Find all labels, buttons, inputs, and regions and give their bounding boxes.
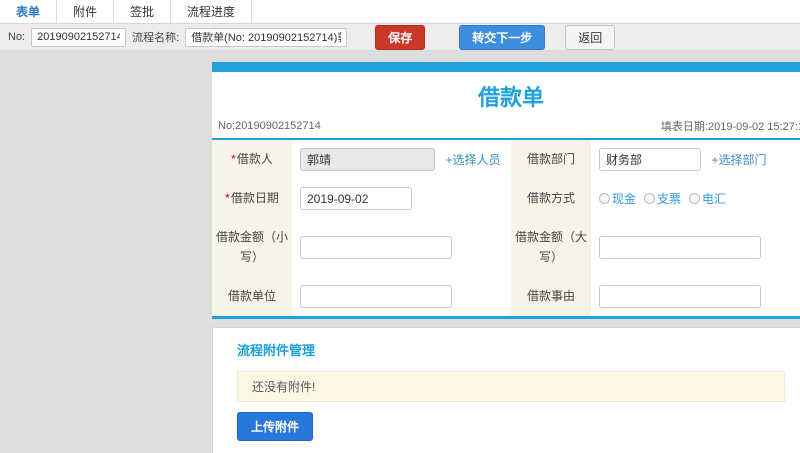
save-button[interactable]: 保存 <box>375 24 426 50</box>
borrow-unit-input[interactable] <box>300 284 452 308</box>
table-row: 借款单位 借款事由 <box>212 276 800 316</box>
required-mark: * <box>225 191 230 206</box>
back-button[interactable]: 返回 <box>565 24 616 50</box>
select-person-link[interactable]: +选择人员 <box>445 153 500 167</box>
form-meta-row: No:20190902152714 填表日期:2019-09-02 15:27:… <box>212 116 800 138</box>
upload-attachment-button[interactable]: 上传附件 <box>237 411 314 441</box>
table-row: 借款金额（小写） 借款金额（大写） <box>212 218 800 277</box>
tab-process-progress[interactable]: 流程进度 <box>171 0 253 23</box>
table-row: *借款人 +选择人员 借款部门 +选择部门 <box>212 140 800 180</box>
tab-approval[interactable]: 签批 <box>114 0 172 23</box>
amount-small-value-cell <box>292 218 511 277</box>
attachments-title: 流程附件管理 <box>237 342 316 358</box>
panel-bottom-bar <box>212 315 800 319</box>
required-mark: * <box>231 152 236 166</box>
amount-big-label-cell: 借款金额（大写） <box>511 218 591 277</box>
select-dept-link[interactable]: +选择部门 <box>711 153 766 167</box>
radio-wire[interactable]: 电汇 <box>689 190 726 207</box>
radio-cash[interactable]: 现金 <box>599 190 636 207</box>
borrow-method-radio-group: 现金 支票 电汇 <box>599 190 800 207</box>
dept-input[interactable] <box>599 148 701 172</box>
forward-next-step-button[interactable]: 转交下一步 <box>459 24 546 50</box>
no-attachments-notice: 还没有附件! <box>237 370 785 402</box>
reason-label-cell: 借款事由 <box>511 276 591 316</box>
no-input[interactable] <box>31 27 127 47</box>
process-name-input[interactable] <box>185 27 348 47</box>
action-toolbar: No: 流程名称: 保存 转交下一步 返回 <box>0 24 800 51</box>
date-value-cell <box>292 179 511 219</box>
panel-top-bar <box>212 62 800 72</box>
tab-form[interactable]: 表单 <box>0 0 58 23</box>
borrower-label-cell: *借款人 <box>212 140 292 180</box>
form-date-text: 填表日期:2019-09-02 15:27:1 <box>660 121 800 133</box>
amount-big-input[interactable] <box>599 236 761 260</box>
tab-attachments[interactable]: 附件 <box>57 0 115 23</box>
amount-big-value-cell <box>591 218 800 277</box>
table-row: *借款日期 借款方式 现金 支票 <box>212 179 800 219</box>
amount-small-label-cell: 借款金额（小写） <box>212 218 292 277</box>
borrow-reason-input[interactable] <box>599 284 761 308</box>
attachments-panel: 流程附件管理 还没有附件! 上传附件 <box>212 326 800 453</box>
form-no-text: No:20190902152714 <box>218 120 321 132</box>
process-name-label: 流程名称: <box>132 32 180 44</box>
main-content: 借款单 No:20190902152714 填表日期:2019-09-02 15… <box>212 62 800 453</box>
amount-small-input[interactable] <box>300 236 452 260</box>
loan-form-panel: 借款单 No:20190902152714 填表日期:2019-09-02 15… <box>212 62 800 319</box>
radio-icon[interactable] <box>599 193 610 205</box>
radio-icon[interactable] <box>644 193 656 205</box>
top-tab-bar: 表单 附件 签批 流程进度 <box>0 0 800 24</box>
unit-value-cell <box>292 276 511 316</box>
borrow-date-input[interactable] <box>300 187 412 211</box>
method-label-cell: 借款方式 <box>511 179 591 219</box>
dept-label-cell: 借款部门 <box>511 140 591 180</box>
radio-check[interactable]: 支票 <box>644 190 681 207</box>
no-label: No: <box>8 31 26 43</box>
unit-label-cell: 借款单位 <box>212 276 292 316</box>
method-value-cell: 现金 支票 电汇 <box>591 179 800 219</box>
reason-value-cell <box>591 276 800 316</box>
date-label-cell: *借款日期 <box>212 179 292 219</box>
borrower-input <box>300 148 435 172</box>
dept-value-cell: +选择部门 <box>591 140 800 180</box>
form-title: 借款单 <box>477 85 544 110</box>
loan-form-table: *借款人 +选择人员 借款部门 +选择部门 *借款日期 <box>212 140 800 316</box>
radio-icon[interactable] <box>689 193 701 205</box>
borrower-value-cell: +选择人员 <box>292 140 511 180</box>
